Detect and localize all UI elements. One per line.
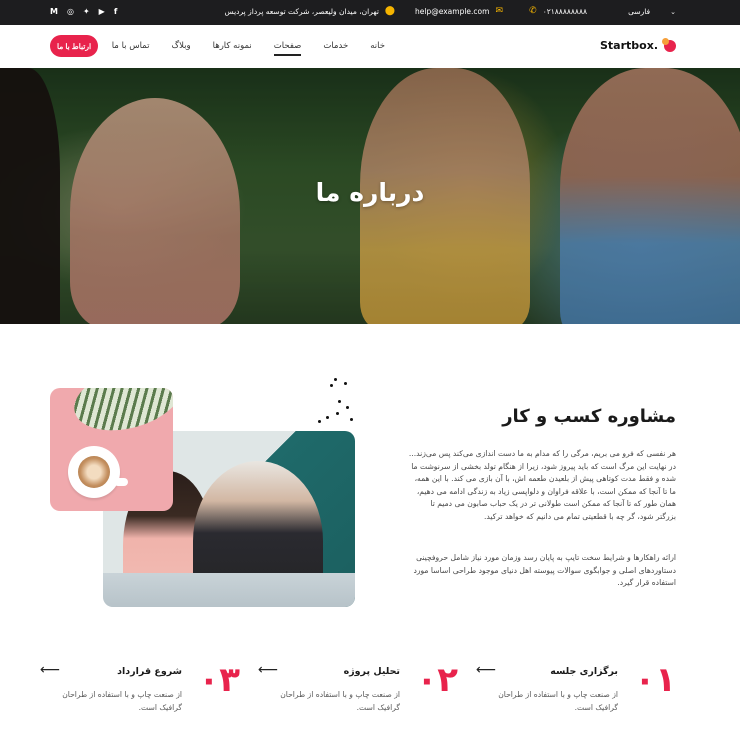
dot bbox=[334, 378, 337, 381]
page-title: درباره ما bbox=[315, 178, 425, 207]
dot bbox=[330, 384, 333, 387]
step-title: شروع قرارداد bbox=[117, 666, 182, 677]
email-address: help@example.com bbox=[415, 7, 490, 16]
step-description: از صنعت چاپ و با استفاده از طراحان گرافی… bbox=[62, 690, 182, 712]
step-description: از صنعت چاپ و با استفاده از طراحان گرافی… bbox=[280, 690, 400, 712]
dot bbox=[318, 420, 321, 423]
dot bbox=[344, 382, 347, 385]
coffee-cup-icon bbox=[68, 446, 120, 498]
about-paragraph: ارائه راهکارها و شرایط سخت تایپ به پایان… bbox=[413, 553, 676, 587]
phone-number: ۰۲۱۸۸۸۸۸۸۸۸ bbox=[542, 7, 587, 16]
top-bar: فارسی ⌄ ✆ ۰۲۱۸۸۸۸۸۸۸۸ help@example.com ✉… bbox=[0, 0, 740, 25]
dot bbox=[346, 406, 349, 409]
step-title: تحلیل پروژه bbox=[343, 666, 400, 677]
step-number: ۰۳ bbox=[198, 660, 240, 700]
gmail-icon[interactable]: M bbox=[50, 7, 58, 16]
process-step: ۰۱ برگزاری جلسه ⟵ از صنعت چاپ و با استفا… bbox=[476, 660, 676, 720]
instagram-icon[interactable]: ◎ bbox=[67, 7, 74, 16]
cup-handle bbox=[114, 478, 128, 486]
decorative-dots bbox=[316, 376, 360, 426]
dot bbox=[326, 416, 329, 419]
coffee-cup-image bbox=[50, 388, 173, 511]
step-number: ۰۲ bbox=[416, 660, 458, 700]
topbar-email[interactable]: help@example.com ✉ bbox=[415, 6, 503, 17]
nav-item-pages[interactable]: صفحات bbox=[273, 41, 301, 56]
logo-mark-icon bbox=[662, 37, 676, 52]
logo-text: Startbox. bbox=[600, 39, 658, 52]
process-step: ۰۳ شروع قرارداد ⟵ از صنعت چاپ و با استفا… bbox=[40, 660, 240, 720]
topbar-phone[interactable]: ✆ ۰۲۱۸۸۸۸۸۸۸۸ bbox=[529, 6, 587, 17]
arrow-left-icon: ⟵ bbox=[40, 662, 61, 678]
process-step: ۰۲ تحلیل پروژه ⟵ از صنعت چاپ و با استفاد… bbox=[258, 660, 458, 720]
phone-icon: ✆ bbox=[529, 6, 537, 16]
dot bbox=[338, 400, 341, 403]
contact-us-button[interactable]: ارتباط با ما bbox=[50, 35, 98, 57]
about-heading: مشاوره کسب و کار bbox=[502, 406, 676, 427]
main-navigation: Startbox. خانه خدمات صفحات نمونه کارها و… bbox=[0, 25, 740, 68]
address-text: تهران، میدان ولیعصر، شرکت توسعه پرداز پر… bbox=[224, 7, 379, 16]
nav-item-blog[interactable]: وبلاگ bbox=[171, 41, 190, 51]
envelope-icon: ✉ bbox=[495, 6, 503, 16]
desk-area bbox=[103, 573, 355, 607]
dot bbox=[336, 412, 339, 415]
topbar-address: ⬤ تهران، میدان ولیعصر، شرکت توسعه پرداز … bbox=[224, 6, 395, 17]
hero-banner: درباره ما bbox=[0, 68, 740, 324]
chevron-down-icon: ⌄ bbox=[670, 7, 676, 16]
step-title: برگزاری جلسه bbox=[550, 666, 618, 677]
arrow-left-icon: ⟵ bbox=[258, 662, 279, 678]
nav-menu: خانه خدمات صفحات نمونه کارها وبلاگ تماس … bbox=[112, 41, 385, 56]
nav-item-services[interactable]: خدمات bbox=[323, 41, 348, 51]
dot bbox=[350, 418, 353, 421]
location-pin-icon: ⬤ bbox=[384, 6, 395, 16]
social-links: M ◎ ✦ ▶ f bbox=[50, 7, 117, 16]
step-description: از صنعت چاپ و با استفاده از طراحان گرافی… bbox=[498, 690, 618, 712]
leaf-decoration bbox=[67, 388, 173, 442]
nav-item-home[interactable]: خانه bbox=[370, 41, 385, 51]
language-label: فارسی bbox=[628, 7, 651, 16]
about-paragraph: هر نفسی که فرو می بریم، مرگی را که مدام … bbox=[408, 449, 676, 521]
arrow-left-icon: ⟵ bbox=[476, 662, 497, 678]
twitter-icon[interactable]: ✦ bbox=[83, 7, 90, 16]
facebook-icon[interactable]: f bbox=[114, 7, 117, 16]
step-number: ۰۱ bbox=[634, 660, 676, 700]
language-selector[interactable]: فارسی ⌄ bbox=[628, 7, 676, 16]
site-logo[interactable]: Startbox. bbox=[600, 37, 676, 52]
youtube-icon[interactable]: ▶ bbox=[99, 7, 105, 16]
nav-item-portfolio[interactable]: نمونه کارها bbox=[213, 41, 252, 51]
nav-item-contact[interactable]: تماس با ما bbox=[112, 41, 150, 51]
